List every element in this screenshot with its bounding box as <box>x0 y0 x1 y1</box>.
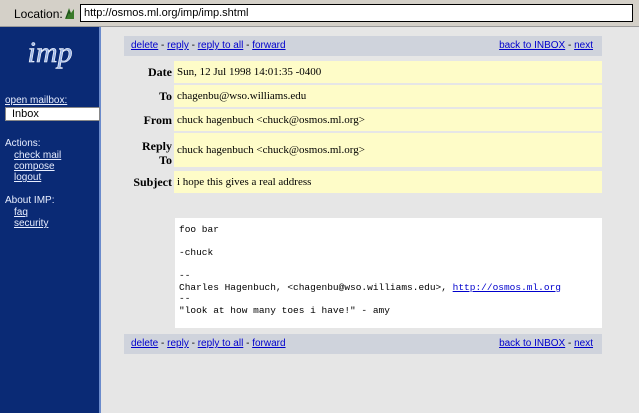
imp-logo: imp <box>27 36 73 70</box>
date-label: Date <box>148 65 172 79</box>
date-row: Date Sun, 12 Jul 1998 14:01:35 -0400 <box>124 61 602 83</box>
check-mail-link[interactable]: check mail <box>14 150 61 161</box>
reply-to-row: Reply To chuck hagenbuch <chuck@osmos.ml… <box>124 133 602 167</box>
top-toolbar: delete - reply - reply to all - forward … <box>124 36 602 56</box>
subject-label: Subject <box>133 175 172 189</box>
subject-row: Subject i hope this gives a real address <box>124 171 602 193</box>
reply-link[interactable]: reply <box>167 40 189 51</box>
sidebar: imp open mailbox: Inbox Actions: check m… <box>0 27 101 413</box>
sep: - <box>565 338 575 349</box>
sig-separator-1: -- <box>179 270 191 281</box>
body-line-1: foo bar <box>179 224 219 235</box>
about-heading: About IMP: <box>5 195 55 206</box>
top-actions: delete - reply - reply to all - forward <box>131 40 286 51</box>
body-line-2: -chuck <box>179 247 214 258</box>
bottom-actions: delete - reply - reply to all - forward <box>131 338 286 349</box>
sep: - <box>188 338 198 349</box>
sig-name: Charles Hagenbuch, <chagenbu@wso.william… <box>179 281 453 293</box>
message-body: foo bar -chuck -- Charles Hagenbuch, <ch… <box>175 218 602 328</box>
reply-to-label: Reply To <box>124 133 172 167</box>
bookmark-icon[interactable] <box>62 5 77 21</box>
url-input[interactable]: http://osmos.ml.org/imp/imp.shtml <box>80 4 633 22</box>
logo-text: imp <box>28 36 73 69</box>
date-value: Sun, 12 Jul 1998 14:01:35 -0400 <box>174 61 602 83</box>
to-value: chagenbu@wso.williams.edu <box>174 85 602 107</box>
sep: - <box>158 40 168 51</box>
forward-link[interactable]: forward <box>252 338 285 349</box>
security-link[interactable]: security <box>14 218 48 229</box>
reply-to-label-line1: Reply <box>142 139 172 153</box>
forward-link[interactable]: forward <box>252 40 285 51</box>
to-label: To <box>159 89 172 103</box>
bottom-nav: back to INBOX - next <box>499 338 593 349</box>
reply-to-all-link[interactable]: reply to all <box>198 40 244 51</box>
sep: - <box>188 40 198 51</box>
delete-link[interactable]: delete <box>131 338 158 349</box>
subject-value: i hope this gives a real address <box>174 171 602 193</box>
top-nav: back to INBOX - next <box>499 40 593 51</box>
location-label: Location: <box>14 7 63 21</box>
reply-to-value: chuck hagenbuch <chuck@osmos.ml.org> <box>174 133 602 167</box>
open-mailbox-label[interactable]: open mailbox: <box>5 95 67 106</box>
to-row: To chagenbu@wso.williams.edu <box>124 85 602 107</box>
delete-link[interactable]: delete <box>131 40 158 51</box>
sep: - <box>243 40 253 51</box>
reply-link[interactable]: reply <box>167 338 189 349</box>
logout-link[interactable]: logout <box>14 172 41 183</box>
message-text: foo bar -chuck -- Charles Hagenbuch, <ch… <box>179 224 561 316</box>
next-link[interactable]: next <box>574 40 593 51</box>
from-value: chuck hagenbuch <chuck@osmos.ml.org> <box>174 109 602 131</box>
back-to-inbox-link[interactable]: back to INBOX <box>499 338 565 349</box>
sig-separator-2: -- <box>179 293 191 304</box>
bottom-toolbar: delete - reply - reply to all - forward … <box>124 334 602 354</box>
from-row: From chuck hagenbuch <chuck@osmos.ml.org… <box>124 109 602 131</box>
sep: - <box>243 338 253 349</box>
mailbox-select[interactable]: Inbox <box>5 107 100 121</box>
compose-link[interactable]: compose <box>14 161 55 172</box>
back-to-inbox-link[interactable]: back to INBOX <box>499 40 565 51</box>
faq-link[interactable]: faq <box>14 207 28 218</box>
actions-heading: Actions: <box>5 138 41 149</box>
location-bar: Location: http://osmos.ml.org/imp/imp.sh… <box>0 0 639 27</box>
reply-to-all-link[interactable]: reply to all <box>198 338 244 349</box>
reply-to-label-line2: To <box>159 153 172 167</box>
sig-quote: "look at how many toes i have!" - amy <box>179 304 390 316</box>
sep: - <box>565 40 575 51</box>
next-link[interactable]: next <box>574 338 593 349</box>
from-label: From <box>143 113 172 127</box>
sep: - <box>158 338 168 349</box>
sig-link[interactable]: http://osmos.ml.org <box>453 282 561 293</box>
